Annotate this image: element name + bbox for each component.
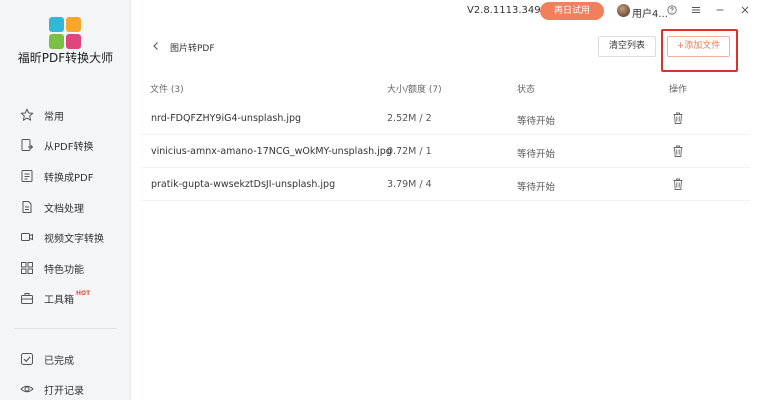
- file-size: 2.52M / 2: [387, 113, 432, 124]
- sidebar-item-label: 视频文字转换: [44, 233, 104, 245]
- pdf-convert-icon: [21, 139, 34, 151]
- sidebar-item-label: 从PDF转换: [44, 141, 94, 153]
- table-row: nrd-FDQFZHY9iG4-unsplash.jpg 2.52M / 2 等…: [140, 104, 750, 135]
- sidebar-item-from-pdf[interactable]: 从PDF转换: [20, 137, 93, 153]
- delete-button[interactable]: [671, 144, 685, 158]
- trial-button[interactable]: 再日试用: [540, 2, 604, 20]
- sidebar-item-label: 特色功能: [44, 264, 84, 276]
- sidebar-item-label: 已完成: [44, 355, 74, 367]
- table-row: vinicius-amnx-amano-17NCG_wOkMY-unsplash…: [140, 137, 750, 168]
- column-header-size: 大小/额度 (7): [387, 85, 442, 95]
- help-icon: [667, 5, 677, 15]
- sidebar-item-label: 常用: [44, 111, 64, 123]
- sidebar-item-label: 文档处理: [44, 203, 84, 215]
- sidebar: 福昕PDF转换大师 常用 从PDF转换 转换成PDF 文档处理 视频文字转换 特…: [0, 0, 131, 400]
- star-icon: [20, 108, 34, 121]
- column-header-status: 状态: [517, 85, 536, 95]
- sidebar-item-to-pdf[interactable]: 转换成PDF: [20, 168, 93, 184]
- sidebar-item-video[interactable]: 视频文字转换: [20, 229, 104, 245]
- file-status: 等待开始: [517, 182, 556, 193]
- sidebar-item-document[interactable]: 文档处理: [20, 199, 84, 215]
- clear-list-button[interactable]: 清空列表: [598, 36, 656, 57]
- file-size: 0.72M / 1: [387, 146, 432, 157]
- file-status: 等待开始: [517, 149, 556, 160]
- menu-icon: [692, 7, 700, 13]
- file-size: 3.79M / 4: [387, 179, 432, 190]
- sidebar-divider: [14, 328, 117, 329]
- delete-button[interactable]: [671, 177, 685, 191]
- check-icon: [21, 353, 33, 365]
- hot-badge: HOT: [76, 289, 91, 297]
- file-status: 等待开始: [517, 116, 556, 127]
- column-header-file: 文件 (3): [150, 85, 184, 95]
- minimize-icon: [716, 9, 724, 11]
- document-icon: [22, 201, 32, 213]
- video-icon: [21, 233, 33, 241]
- toolbox-icon: [21, 293, 33, 304]
- close-icon: [741, 6, 749, 14]
- table-row: pratik-gupta-wwsekztDsJI-unsplash.jpg 3.…: [140, 170, 750, 201]
- trash-icon: [673, 145, 683, 157]
- version-label: V2.8.1113.349: [467, 5, 541, 16]
- column-header-actions: 操作: [669, 85, 688, 95]
- minimize-button[interactable]: [712, 2, 728, 18]
- sidebar-item-label: 转换成PDF: [44, 172, 94, 184]
- user-menu[interactable]: 用户4...: [632, 5, 668, 20]
- avatar[interactable]: [617, 4, 630, 17]
- trash-icon: [673, 112, 683, 124]
- to-pdf-icon: [21, 170, 33, 182]
- back-button[interactable]: [150, 40, 162, 52]
- sidebar-item-label: 工具箱: [44, 294, 74, 306]
- close-button[interactable]: [737, 2, 753, 18]
- add-file-button[interactable]: +添加文件: [667, 36, 730, 57]
- app-title: 福昕PDF转换大师: [17, 51, 114, 65]
- grid-icon: [21, 262, 33, 274]
- file-name: pratik-gupta-wwsekztDsJI-unsplash.jpg: [151, 179, 336, 190]
- chevron-left-icon: [153, 42, 158, 50]
- app-logo: [49, 17, 81, 49]
- page-title: 图片转PDF: [170, 44, 215, 54]
- menu-button[interactable]: [688, 2, 704, 18]
- user-name: 用户4...: [632, 9, 668, 20]
- sidebar-item-toolbox[interactable]: 工具箱 HOT: [20, 290, 90, 306]
- sidebar-item-common[interactable]: 常用: [20, 107, 64, 123]
- help-button[interactable]: [664, 2, 680, 18]
- sidebar-item-history[interactable]: 打开记录: [20, 381, 84, 397]
- eye-icon: [20, 385, 34, 393]
- file-name: vinicius-amnx-amano-17NCG_wOkMY-unsplash…: [151, 146, 392, 157]
- sidebar-item-label: 打开记录: [44, 385, 84, 397]
- sidebar-item-features[interactable]: 特色功能: [20, 260, 84, 276]
- delete-button[interactable]: [671, 111, 685, 125]
- sidebar-item-completed[interactable]: 已完成: [20, 351, 74, 367]
- trash-icon: [673, 178, 683, 190]
- file-name: nrd-FDQFZHY9iG4-unsplash.jpg: [151, 113, 302, 124]
